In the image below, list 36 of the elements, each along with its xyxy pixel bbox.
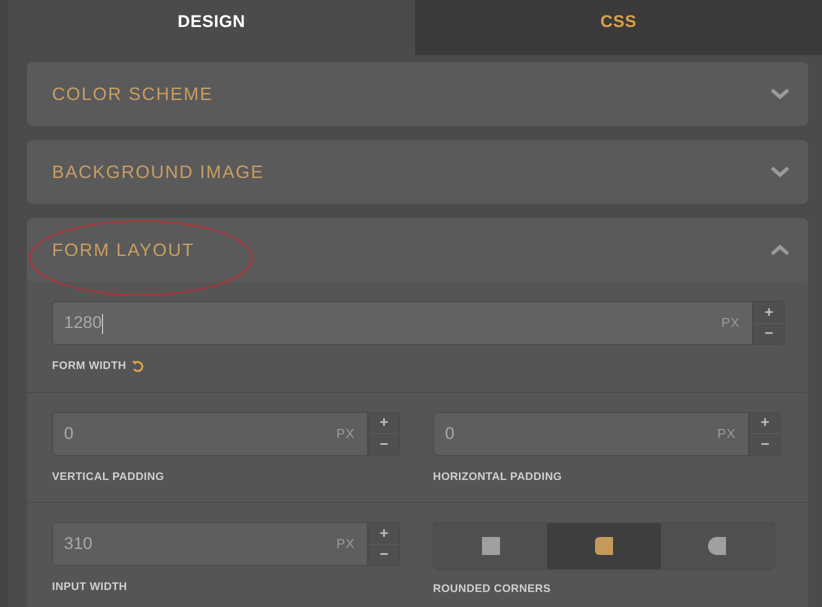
section-title: FORM LAYOUT xyxy=(52,238,195,262)
tab[interactable]: CSS xyxy=(415,0,822,55)
field-label: HORIZONTAL PADDING xyxy=(433,470,562,484)
increment-button[interactable]: + xyxy=(754,302,784,322)
section-title: BACKGROUND IMAGE xyxy=(52,160,264,184)
accordion-header[interactable]: BACKGROUND IMAGE xyxy=(27,140,808,204)
rounded-corner-icon xyxy=(594,537,613,555)
increment-button[interactable]: + xyxy=(750,412,780,433)
section-title: COLOR SCHEME xyxy=(52,82,214,106)
decrement-button[interactable]: − xyxy=(750,433,780,454)
field-label: ROUNDED CORNERS xyxy=(433,582,552,597)
increment-button[interactable]: + xyxy=(369,412,399,433)
increment-button[interactable]: + xyxy=(369,523,399,544)
accordion-header[interactable]: COLOR SCHEME xyxy=(27,62,808,126)
reset-icon[interactable] xyxy=(132,360,144,373)
number-field[interactable]: 0 PX xyxy=(433,412,749,456)
number-field[interactable]: 0 PX xyxy=(52,412,368,456)
field-label: FORM WIDTH xyxy=(52,359,126,374)
decrement-button[interactable]: − xyxy=(369,544,399,565)
unit-label: PX xyxy=(721,314,740,332)
decrement-button[interactable]: − xyxy=(369,433,399,454)
field-label: INPUT WIDTH xyxy=(52,580,128,595)
unit-label: PX xyxy=(336,535,355,554)
half-corner-icon xyxy=(708,537,726,555)
corner-option[interactable] xyxy=(547,523,661,569)
chevron-down-icon xyxy=(770,166,790,178)
accordion-header[interactable]: FORM LAYOUT xyxy=(27,218,808,282)
square-corner-icon xyxy=(482,537,500,555)
field-label: VERTICAL PADDING xyxy=(52,470,164,484)
number-field[interactable]: 1280 PX xyxy=(52,301,753,345)
chevron-down-icon xyxy=(770,88,790,100)
unit-label: PX xyxy=(717,424,736,443)
unit-label: PX xyxy=(336,424,355,443)
decrement-button[interactable]: − xyxy=(754,322,784,344)
number-field[interactable]: 310 PX xyxy=(52,522,368,566)
chevron-up-icon xyxy=(770,244,790,256)
